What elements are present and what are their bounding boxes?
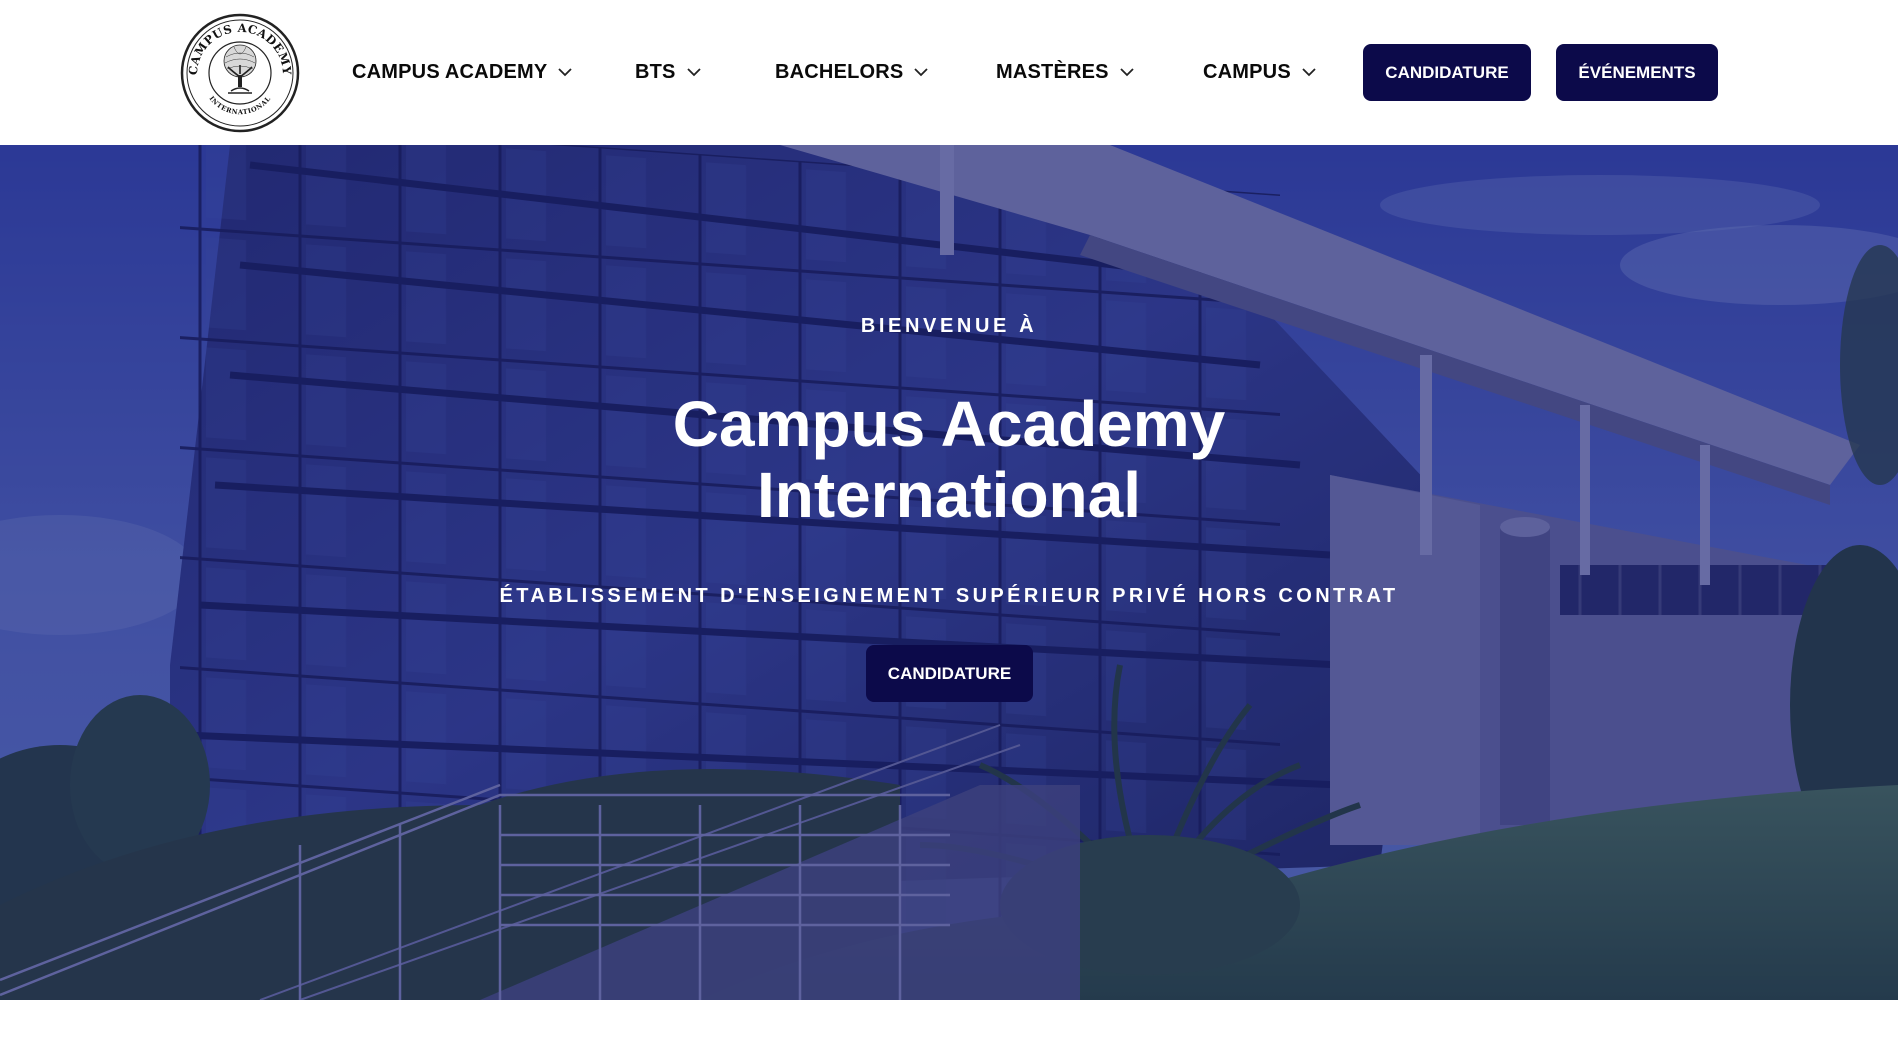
nav-campus[interactable]: CAMPUS: [1203, 58, 1317, 86]
campus-academy-logo[interactable]: CAMPUS ACADEMY INTERNATIONAL: [179, 13, 301, 133]
nav-campus-academy[interactable]: CAMPUS ACADEMY: [352, 58, 573, 86]
nav-bts[interactable]: BTS: [635, 58, 702, 86]
nav-label: BACHELORS: [775, 60, 904, 83]
nav-label: BTS: [635, 60, 676, 83]
hero-color-overlay: [0, 145, 1898, 1000]
nav-label: MASTÈRES: [996, 60, 1109, 83]
chevron-down-icon: [1119, 67, 1135, 77]
hero-eyebrow: BIENVENUE À: [860, 315, 1038, 337]
nav-label: CAMPUS: [1203, 60, 1291, 83]
nav-masteres[interactable]: MASTÈRES: [996, 58, 1135, 86]
site-header: CAMPUS ACADEMY INTERNATIONAL CAMPUS ACAD…: [0, 0, 1898, 145]
evenements-button[interactable]: ÉVÉNEMENTS: [1556, 44, 1718, 101]
hero-title: Campus Academy International: [0, 389, 1898, 531]
nav-label: CAMPUS ACADEMY: [352, 60, 548, 83]
chevron-down-icon: [913, 67, 929, 77]
nav-bachelors[interactable]: BACHELORS: [775, 58, 929, 86]
hero-title-line2: International: [756, 459, 1142, 531]
hero-title-line1: Campus Academy: [672, 388, 1226, 460]
hero-tagline: ÉTABLISSEMENT D'ENSEIGNEMENT SUPÉRIEUR P…: [499, 585, 1399, 607]
hero-candidature-button[interactable]: CANDIDATURE: [866, 645, 1033, 702]
candidature-button[interactable]: CANDIDATURE: [1363, 44, 1531, 101]
logo-emblem: CAMPUS ACADEMY INTERNATIONAL: [180, 13, 300, 133]
chevron-down-icon: [686, 67, 702, 77]
chevron-down-icon: [557, 67, 573, 77]
chevron-down-icon: [1301, 67, 1317, 77]
hero-section: BIENVENUE À Campus Academy International…: [0, 145, 1898, 1000]
